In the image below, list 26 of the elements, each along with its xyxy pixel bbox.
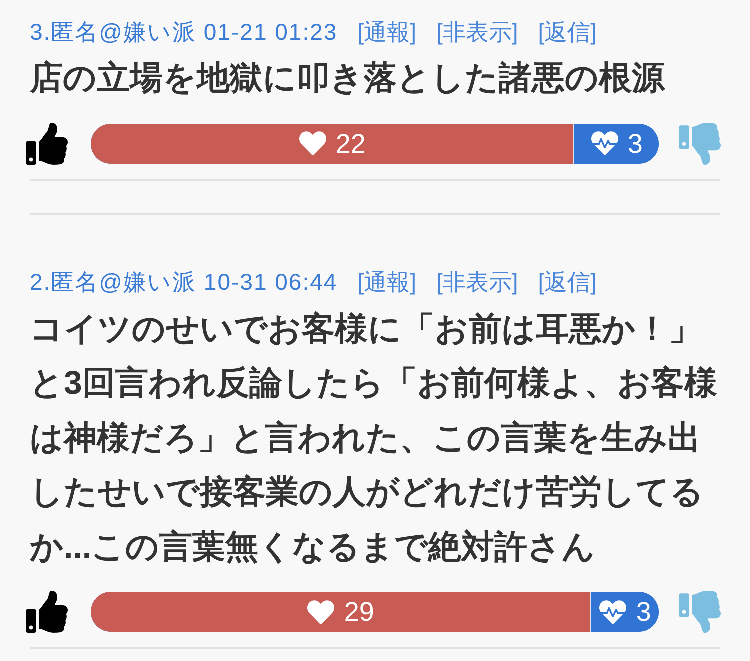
- comment-text: コイツのせいでお客様に「お前は耳悪か！」と3回言われ反論したら「お前何様よ、お客様は神様だろ」と言われた、この言葉を生み出したせいで接客業の人がどれだけ苦労してるか...この言葉無くなるまで絶対許さん: [30, 308, 718, 566]
- comment-action-link[interactable]: [返信]: [538, 267, 598, 298]
- comment-action-link[interactable]: [返信]: [538, 16, 598, 48]
- thumbs-up-button[interactable]: [25, 122, 68, 166]
- thumbs-down-button[interactable]: [678, 590, 722, 634]
- comment-text: 店の立場を地獄に叩き落とした諸悪の根源: [30, 58, 666, 98]
- comment-action-link[interactable]: [通報]: [358, 267, 416, 298]
- thumbs-down-button[interactable]: [678, 122, 722, 166]
- like-count: 29: [344, 596, 374, 629]
- like-count: 22: [336, 128, 366, 160]
- thumbs-down-icon: [679, 122, 722, 164]
- heart-icon: [306, 598, 336, 626]
- thumbs-up-icon: [26, 122, 68, 164]
- thumbs-up-icon: [26, 591, 68, 633]
- thumbs-up-button[interactable]: [25, 590, 68, 634]
- heartbeat-icon: [598, 598, 628, 626]
- comment-action-link[interactable]: [非表示]: [436, 16, 518, 48]
- thumbs-down-icon: [679, 591, 722, 633]
- comment-meta: 3.匿名@嫌い派 01-21 01:23: [30, 18, 338, 46]
- heartbeat-icon: [590, 130, 620, 157]
- dislike-count: 3: [628, 128, 643, 160]
- comment-action-link[interactable]: [通報]: [358, 16, 416, 48]
- comment-meta: 2.匿名@嫌い派 10-31 06:44: [30, 268, 338, 297]
- dislike-count: 3: [636, 596, 652, 629]
- heart-icon: [298, 130, 328, 157]
- comment-action-link[interactable]: [非表示]: [436, 267, 518, 298]
